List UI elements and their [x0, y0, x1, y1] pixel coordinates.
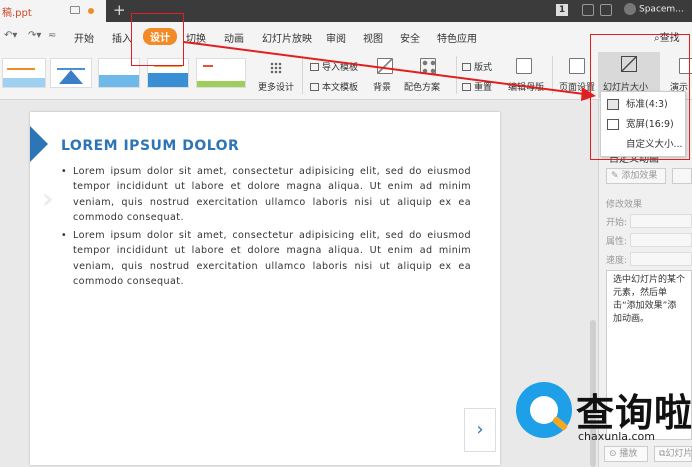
unsaved-dot-icon [88, 8, 94, 14]
menu-insert[interactable]: 插入 [112, 30, 132, 45]
import-icon [310, 63, 319, 71]
template-icon [310, 83, 319, 91]
page-setup-icon[interactable] [569, 58, 585, 74]
import-template-button[interactable]: 导入模板 [310, 60, 358, 73]
next-slide-button[interactable]: › [464, 408, 496, 452]
speed-label: 速度: [606, 256, 628, 266]
property-label: 属性: [606, 237, 628, 247]
menu-transition[interactable]: 切换 [186, 30, 206, 45]
screen-icon[interactable] [70, 6, 80, 14]
menu-security[interactable]: 安全 [400, 30, 420, 45]
background-button[interactable]: 背景 [373, 80, 391, 93]
pencil-icon: ✎ [611, 171, 619, 181]
design-tab-highlight [131, 13, 184, 66]
slide-canvas[interactable]: › LOREM IPSUM DOLOR Lorem ipsum dolor si… [30, 112, 500, 465]
restore-icon[interactable] [582, 4, 594, 16]
watermark-logo: 查询啦 chaxunla.com [516, 378, 692, 450]
new-tab-button[interactable]: + [113, 1, 126, 19]
watermark-text: 查询啦 [576, 391, 692, 435]
share-icon[interactable] [600, 4, 612, 16]
title-bar: 稿.ppt + 1 Spacem... [0, 0, 692, 22]
color-scheme-icon[interactable] [420, 58, 436, 74]
watermark-magnifier-icon [516, 382, 572, 438]
menu-view[interactable]: 视图 [363, 30, 383, 45]
add-effect-button[interactable]: ✎ 添加效果 [606, 168, 666, 184]
modify-effect-label: 修改效果 [606, 200, 643, 210]
document-tab[interactable]: 稿.ppt [0, 0, 106, 22]
slide-title[interactable]: LOREM IPSUM DOLOR [61, 138, 239, 154]
more-design-button[interactable]: 更多设计 [258, 80, 294, 93]
menu-home[interactable]: 开始 [74, 30, 94, 45]
undo-icon[interactable]: ↶▾ [4, 30, 17, 41]
menu-features[interactable]: 特色应用 [437, 30, 477, 45]
property-select[interactable] [630, 233, 692, 247]
customize-toolbar-icon[interactable]: ≂ [48, 30, 56, 41]
speed-select[interactable] [630, 252, 692, 266]
user-account[interactable]: Spacem... [624, 3, 684, 15]
layout-icon [462, 63, 471, 71]
start-label: 开始: [606, 218, 628, 228]
user-name: Spacem... [639, 4, 684, 15]
slide-size-highlight [590, 34, 690, 160]
page-count-badge[interactable]: 1 [556, 4, 568, 16]
design-thumbnail-2[interactable] [50, 58, 92, 88]
more-design-icon[interactable] [270, 62, 282, 74]
slide-bullet-1[interactable]: Lorem ipsum dolor sit amet, consectetur … [61, 164, 471, 225]
background-icon[interactable] [377, 58, 393, 74]
design-thumbnail-1[interactable] [2, 58, 46, 88]
document-title: 稿.ppt [2, 8, 32, 19]
decorative-chevron-icon: › [42, 182, 54, 215]
avatar [624, 3, 636, 15]
menu-slideshow[interactable]: 幻灯片放映 [262, 30, 312, 45]
reset-icon [462, 83, 471, 91]
reset-button[interactable]: 重置 [462, 80, 492, 93]
start-select[interactable] [630, 214, 692, 228]
slide-bullet-2[interactable]: Lorem ipsum dolor sit amet, consectetur … [61, 228, 471, 289]
menu-bar: ↶▾ ↷▾ ≂ 开始 插入 设计 切换 动画 幻灯片放映 审阅 视图 安全 特色… [0, 22, 692, 50]
edit-master-icon[interactable] [516, 58, 532, 74]
color-scheme-button[interactable]: 配色方案 [404, 80, 440, 93]
menu-animation[interactable]: 动画 [224, 30, 244, 45]
design-thumbnail-5[interactable] [196, 58, 246, 88]
menu-review[interactable]: 审阅 [326, 30, 346, 45]
play-icon: ⊙ [609, 449, 617, 459]
title-marker-icon [30, 126, 48, 162]
redo-icon[interactable]: ↷▾ [28, 30, 41, 41]
layout-button[interactable]: 版式 [462, 60, 492, 73]
this-template-button[interactable]: 本文模板 [310, 80, 358, 93]
watermark-url: chaxunla.com [578, 430, 655, 443]
edit-master-button[interactable]: 编辑母版 [508, 80, 544, 93]
smart-animation-button[interactable] [672, 168, 692, 184]
